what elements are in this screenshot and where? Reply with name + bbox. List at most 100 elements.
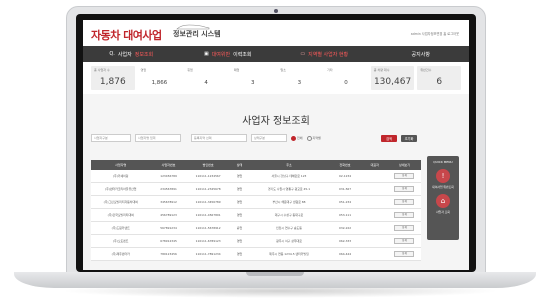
- table-cell: 경기도 수원시 영통구 광교로 45-1: [249, 182, 329, 196]
- detail-button[interactable]: 상세: [394, 199, 415, 205]
- table-row[interactable]: (주)제주렌터카 789123456 110111-7891234 영업 제주시 연동 …: [91, 247, 421, 261]
- radio-region[interactable]: 지역별: [306, 135, 321, 141]
- radio-all[interactable]: 전체: [291, 135, 303, 141]
- detail-button[interactable]: 상세: [394, 173, 415, 179]
- table-cell: 02-1234: [328, 170, 362, 183]
- detail-button[interactable]: 상세: [394, 238, 415, 244]
- table-cell: [361, 234, 388, 248]
- region-select[interactable]: 등록지역 선택: [191, 134, 247, 142]
- radio-label: 지역별: [312, 136, 321, 140]
- warning-icon[interactable]: !: [436, 169, 450, 183]
- table-cell: 광주시 서구 상무대로: [249, 234, 329, 248]
- status-select[interactable]: 상태구분: [251, 134, 287, 142]
- table-cell: 인천시 연수구 송도동: [249, 221, 329, 235]
- site-subtitle: 정보관리 시스템: [173, 30, 221, 38]
- building-icon[interactable]: ⌂: [436, 194, 450, 208]
- quick-menu-item[interactable]: 대여사업 위반조회: [427, 185, 459, 189]
- table-cell: 영업: [229, 234, 250, 248]
- nav-business-info[interactable]: Q. 사업자 정보조회: [83, 51, 180, 58]
- reset-button[interactable]: 초기화: [401, 134, 417, 142]
- table-cell: [361, 195, 388, 209]
- table-cell: 062-333: [328, 234, 362, 248]
- table-cell: 상세: [387, 221, 421, 235]
- table-cell: 영업: [229, 170, 250, 183]
- stat-value: 1,866: [151, 80, 168, 86]
- table-cell: 456789123: [150, 208, 187, 222]
- laptop-screen: 자동차 대여사업 정보관리 시스템 admin 사업자정보변경 홈 로그아웃 Q…: [83, 20, 469, 270]
- table-cell: 110111-4567891: [186, 208, 230, 222]
- column-header[interactable]: 상태: [229, 160, 250, 170]
- table-cell: 대구시 수성구 동대구로: [249, 208, 329, 222]
- table-cell: 678912345: [150, 234, 187, 248]
- table-cell: 123456789: [150, 170, 187, 183]
- table-cell: 영업: [229, 195, 250, 209]
- site-title[interactable]: 자동차 대여사업: [91, 27, 162, 43]
- stat-violations: 위반건수 6: [417, 66, 461, 90]
- table-cell: (주)오토렌트: [91, 234, 151, 248]
- table-cell: 051-234: [328, 195, 362, 209]
- table-cell: [361, 182, 388, 196]
- stat-label: 영업: [140, 68, 147, 72]
- table-cell: 영업: [229, 182, 250, 196]
- table-cell: (주)그린모빌리티자동차대여: [91, 195, 151, 209]
- table-cell: 상세: [387, 170, 421, 183]
- table-cell: 110111-3456789: [186, 195, 230, 209]
- stat-value: 130,467: [373, 77, 412, 87]
- nav-regional-status[interactable]: ▭ 지역별 사업자 현황: [276, 51, 373, 58]
- table-cell: 789123456: [150, 247, 187, 261]
- column-header[interactable]: 상세보기: [387, 160, 421, 170]
- table-cell: [361, 208, 388, 222]
- table-cell: 제주시 연동 1234-5 렌터카빌딩: [249, 247, 329, 261]
- business-type-select[interactable]: 사업자구분: [91, 134, 131, 142]
- table-cell: 영업: [229, 208, 250, 222]
- table-cell: 110111-7891234: [186, 247, 230, 261]
- utility-links[interactable]: admin 사업자정보변경 홈 로그아웃: [411, 31, 459, 36]
- table-cell: 064-444: [328, 247, 362, 261]
- detail-button[interactable]: 상세: [394, 186, 415, 192]
- column-header[interactable]: 주소: [249, 160, 329, 170]
- table-cell: (주)드림카렌트: [91, 221, 151, 235]
- table-cell: (주)제주렌터카: [91, 247, 151, 261]
- column-header[interactable]: 대표자: [361, 160, 388, 170]
- column-header[interactable]: 법인번호: [186, 160, 230, 170]
- stat-label: 말소: [280, 68, 287, 72]
- nav-notices[interactable]: 공지사항: [373, 51, 470, 58]
- column-header[interactable]: 전화번호: [328, 160, 362, 170]
- nav-label: 이력조회: [233, 51, 252, 58]
- column-header[interactable]: 사업자명: [91, 160, 151, 170]
- table-row[interactable]: (주)한국모빌리티대여 456789123 110111-4567891 영업 대구시 …: [91, 208, 421, 222]
- table-row[interactable]: (주)그린모빌리티자동차대여 345678912 110111-3456789 영업 부…: [91, 195, 421, 209]
- site-header: 자동차 대여사업 정보관리 시스템 admin 사업자정보변경 홈 로그아웃: [83, 20, 469, 46]
- radio-unchecked-icon: [306, 135, 312, 141]
- stat-closed: 폐업 3: [230, 66, 275, 90]
- table-row[interactable]: (주)드림카렌트 567891234 110111-5678912 휴업 인천시 연수구…: [91, 221, 421, 235]
- webcam-icon: [274, 9, 278, 13]
- search-button[interactable]: 검색: [381, 134, 397, 142]
- results-table: 사업자명 사업자번호 법인번호 상태 주소 전화번호 대표자 상세보기 (주)카…: [91, 160, 421, 261]
- table-cell: 부산시 해운대구 센텀로 88: [249, 195, 329, 209]
- table-cell: 서울시 강남구 테헤란로 123: [249, 170, 329, 183]
- table-row[interactable]: (주)오토렌트 678912345 110111-6789123 영업 광주시 서구 상…: [91, 234, 421, 248]
- table-row[interactable]: (주)렌터카코리아물류산업 234567891 110111-2345678 영업 경기…: [91, 182, 421, 196]
- nav-violation-history[interactable]: ▣ 대여위반 이력조회: [180, 51, 277, 58]
- stat-value: 0: [344, 80, 348, 86]
- detail-button[interactable]: 상세: [394, 225, 415, 231]
- quick-menu-item[interactable]: 사업자 조회: [427, 210, 459, 214]
- table-cell: (주)렌터카코리아물류산업: [91, 182, 151, 196]
- stat-label: 위반건수: [420, 68, 432, 72]
- stat-total-businesses: 총 사업자 수 1,876: [91, 66, 135, 90]
- stat-label: 총 차량 대수: [373, 68, 390, 72]
- detail-button[interactable]: 상세: [394, 251, 415, 257]
- detail-button[interactable]: 상세: [394, 212, 415, 218]
- document-icon: ▣: [203, 51, 209, 57]
- stat-value: 1,876: [99, 77, 126, 87]
- table-cell: 110111-6789123: [186, 234, 230, 248]
- stat-suspended: 휴업 4: [184, 66, 228, 90]
- table-row[interactable]: (주)카셰어링 123456789 110111-1234567 영업 서울시 강남구 …: [91, 170, 421, 183]
- business-name-input[interactable]: 사업자명 입력: [135, 134, 181, 142]
- stat-value: 3: [250, 80, 255, 86]
- column-header[interactable]: 사업자번호: [150, 160, 187, 170]
- table-cell: [361, 221, 388, 235]
- table-cell: 상세: [387, 234, 421, 248]
- nav-highlight: 지역별 사업자 현황: [308, 51, 349, 58]
